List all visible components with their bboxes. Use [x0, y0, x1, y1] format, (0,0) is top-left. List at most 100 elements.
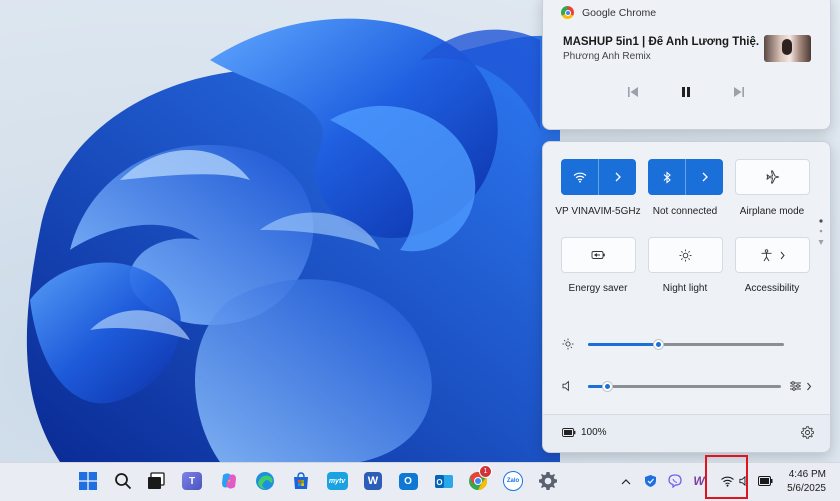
- shield-icon: [644, 475, 656, 487]
- notification-badge: 1: [479, 465, 492, 478]
- audio-output-button[interactable]: [789, 380, 812, 392]
- teams-app[interactable]: T: [180, 469, 204, 493]
- edge-icon: [256, 472, 274, 490]
- winrar-icon: W: [693, 474, 705, 488]
- accessibility-tile[interactable]: [735, 237, 810, 273]
- defender-tray-icon[interactable]: [642, 473, 658, 489]
- battery-charging-icon: [562, 428, 576, 437]
- bluetooth-icon: [663, 170, 671, 184]
- search-button[interactable]: [111, 469, 135, 493]
- gear-icon: [539, 472, 557, 490]
- outlook-mail-icon: O: [435, 475, 453, 488]
- quick-settings-footer: 100%: [543, 414, 830, 452]
- mytv-icon: mytv: [326, 472, 348, 490]
- zalo-icon: Zalo: [503, 471, 523, 491]
- outlook-app[interactable]: O: [396, 469, 420, 493]
- outlook-icon: O: [398, 472, 418, 490]
- battery-status[interactable]: 100%: [562, 427, 607, 438]
- gear-icon: [801, 426, 814, 439]
- bluetooth-tile: [648, 159, 723, 195]
- brightness-slider[interactable]: [588, 338, 784, 350]
- media-source: Google Chrome: [561, 6, 656, 19]
- copilot-app[interactable]: [217, 469, 241, 493]
- quick-settings-page-indicator[interactable]: [818, 218, 824, 251]
- outlook-new-app[interactable]: O: [432, 469, 456, 493]
- bluetooth-label: Not connected: [652, 206, 718, 217]
- chevron-up-icon: [621, 478, 631, 484]
- teams-icon: T: [182, 472, 202, 490]
- zalo-app[interactable]: Zalo: [501, 469, 525, 493]
- airplane-mode-tile[interactable]: [735, 159, 810, 195]
- chrome-icon: [561, 6, 574, 19]
- speaker-icon: [562, 380, 569, 392]
- media-flyout: Google Chrome MASHUP 5in1 | Để Anh Lương…: [542, 0, 831, 130]
- clock-date: 5/6/2025: [787, 483, 826, 494]
- bluetooth-toggle[interactable]: [648, 159, 685, 195]
- energy-saver-label: Energy saver: [568, 283, 628, 294]
- clock-time: 4:46 PM: [788, 469, 826, 480]
- previous-track-icon: [628, 87, 638, 97]
- previous-track-button[interactable]: [625, 84, 641, 100]
- viber-tray-icon[interactable]: [667, 473, 683, 489]
- word-app[interactable]: W: [361, 469, 385, 493]
- wifi-expand-button[interactable]: [598, 159, 636, 195]
- brightness-slider-thumb[interactable]: [653, 338, 665, 350]
- battery-tray-icon[interactable]: [757, 473, 773, 489]
- media-title: MASHUP 5in1 | Để Anh Lương Thiệ...: [563, 36, 759, 48]
- copilot-icon: [222, 473, 236, 489]
- battery-charging-icon: [757, 476, 772, 486]
- show-hidden-icons-button[interactable]: [618, 473, 634, 489]
- media-artist: Phương Anh Remix: [563, 51, 651, 62]
- edge-app[interactable]: [253, 469, 277, 493]
- airplane-icon: [765, 170, 779, 184]
- brightness-icon: [562, 338, 574, 350]
- windows-logo-icon: [79, 472, 97, 490]
- wifi-icon: [720, 476, 734, 487]
- settings-app[interactable]: [536, 469, 560, 493]
- settings-button[interactable]: [801, 426, 814, 442]
- airplane-mode-label: Airplane mode: [739, 206, 805, 217]
- pause-icon: [682, 87, 690, 97]
- clock[interactable]: 4:46 PM 5/6/2025: [778, 468, 826, 496]
- svg-text:O: O: [436, 478, 442, 487]
- store-app[interactable]: [289, 469, 313, 493]
- chevron-right-icon: [615, 172, 621, 182]
- quick-settings-panel: VP VINAVIM-5GHz Not connected Airplane m…: [542, 141, 831, 453]
- task-view-button[interactable]: [144, 469, 168, 493]
- brightness-icon: [679, 249, 692, 261]
- volume-slider[interactable]: [587, 380, 781, 392]
- media-thumbnail: [764, 35, 811, 62]
- word-icon: W: [364, 472, 382, 490]
- accessibility-label: Accessibility: [744, 283, 800, 294]
- night-light-tile[interactable]: [648, 237, 723, 273]
- media-source-label: Google Chrome: [582, 6, 657, 19]
- next-track-button[interactable]: [731, 84, 747, 100]
- speaker-icon: [738, 475, 745, 487]
- page-dot-active: [819, 219, 823, 223]
- chevron-right-icon: [702, 172, 708, 182]
- start-button[interactable]: [76, 469, 100, 493]
- wifi-label: VP VINAVIM-5GHz: [555, 206, 641, 217]
- search-icon: [115, 473, 132, 490]
- battery-saver-icon: [591, 251, 605, 259]
- volume-tray-icon[interactable]: [736, 473, 752, 489]
- volume-row: [562, 379, 812, 393]
- chevron-right-icon: [780, 251, 785, 259]
- winrar-tray-icon[interactable]: W: [691, 473, 707, 489]
- wifi-icon: [573, 172, 586, 183]
- mytv-app[interactable]: mytv: [325, 469, 349, 493]
- bluetooth-expand-button[interactable]: [685, 159, 723, 195]
- energy-saver-tile[interactable]: [561, 237, 636, 273]
- battery-percentage: 100%: [581, 427, 607, 438]
- chevron-right-icon: [807, 382, 812, 390]
- network-tray-icon[interactable]: [719, 473, 735, 489]
- chrome-app[interactable]: 1: [466, 465, 492, 493]
- pause-button[interactable]: [678, 84, 694, 100]
- store-icon: [294, 472, 308, 489]
- wifi-toggle[interactable]: [561, 159, 598, 195]
- page-dot: [819, 229, 823, 233]
- viber-icon: [668, 474, 682, 488]
- brightness-fill: [588, 342, 659, 346]
- brightness-row: [562, 337, 812, 351]
- volume-slider-thumb[interactable]: [601, 380, 613, 392]
